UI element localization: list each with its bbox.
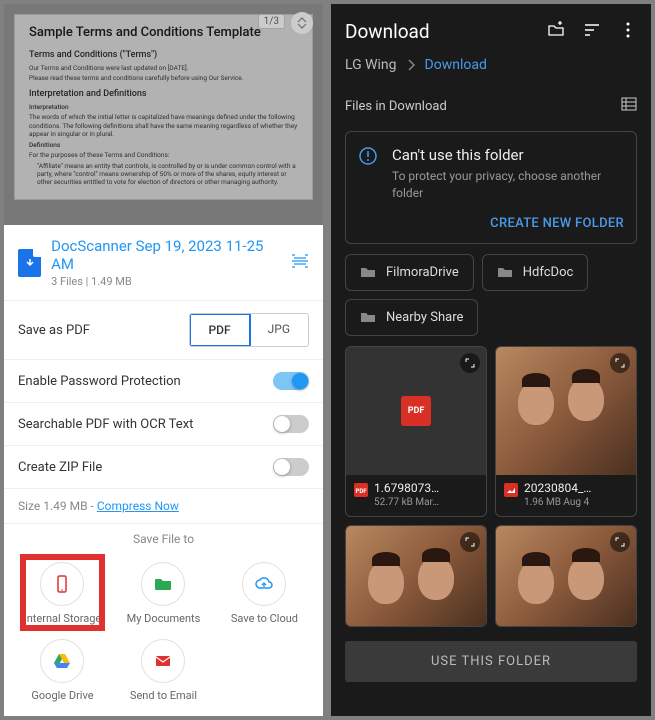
page-nav[interactable] (291, 12, 313, 34)
save-as-label: Save as PDF (18, 323, 90, 338)
format-segmented: PDF JPG (189, 313, 309, 347)
files-in-label: Files in Download (345, 99, 447, 114)
page-title: Download (345, 20, 430, 43)
alert-icon (358, 146, 378, 166)
folder-icon (360, 310, 376, 324)
password-toggle[interactable] (273, 372, 309, 390)
pdf-badge: PDF (401, 396, 431, 426)
privacy-banner: Can't use this folder To protect your pr… (345, 131, 637, 244)
sort-icon[interactable] (583, 21, 601, 43)
more-icon[interactable] (619, 21, 637, 43)
save-to-label: Save File to (4, 523, 323, 554)
image-icon (504, 483, 518, 497)
folder-filmoradrive[interactable]: FilmoraDrive (345, 254, 474, 291)
format-jpg[interactable]: JPG (250, 314, 308, 346)
expand-icon[interactable] (460, 353, 480, 373)
file-card-image-3[interactable] (495, 525, 637, 627)
pdf-icon: PDF (354, 483, 368, 497)
create-folder-button[interactable]: CREATE NEW FOLDER (358, 216, 624, 231)
zip-label: Create ZIP File (18, 460, 102, 475)
view-list-icon[interactable] (621, 97, 637, 115)
size-row: Size 1.49 MB - Compress Now (4, 488, 323, 523)
file-name: DocScanner Sep 19, 2023 11-25 AM (51, 237, 281, 273)
folder-icon (360, 265, 376, 279)
folder-hdfcdoc[interactable]: HdfcDoc (482, 254, 589, 291)
zip-toggle[interactable] (273, 458, 309, 476)
scan-icon[interactable] (291, 253, 309, 272)
page-indicator: 1/3 (258, 14, 285, 29)
format-pdf[interactable]: PDF (189, 313, 251, 347)
dest-google-drive[interactable]: Google Drive (12, 635, 113, 712)
compress-link[interactable]: Compress Now (97, 499, 179, 513)
file-card-image-2[interactable] (345, 525, 487, 627)
file-icon (18, 249, 41, 277)
folder-nearby-share[interactable]: Nearby Share (345, 299, 478, 336)
crumb-current[interactable]: Download (425, 57, 487, 73)
document-preview: Sample Terms and Conditions Template Ter… (4, 4, 323, 225)
dest-send-email[interactable]: Send to Email (113, 635, 214, 712)
dest-my-documents[interactable]: My Documents (113, 558, 214, 635)
file-card-image[interactable]: 20230804_… 1.96 MB Aug 4 (495, 346, 637, 517)
new-folder-icon[interactable] (547, 21, 565, 43)
folder-icon (497, 265, 513, 279)
file-card-pdf[interactable]: PDF PDF 1.6798073… 52.77 kB Mar… (345, 346, 487, 517)
password-label: Enable Password Protection (18, 374, 181, 389)
expand-icon[interactable] (610, 532, 630, 552)
svg-text:PDF: PDF (355, 488, 367, 495)
file-sub: 3 Files | 1.49 MB (51, 275, 281, 288)
breadcrumb: LG Wing Download (331, 57, 651, 87)
chevron-right-icon (407, 59, 415, 71)
use-folder-button[interactable]: USE THIS FOLDER (345, 641, 637, 682)
expand-icon[interactable] (610, 353, 630, 373)
ocr-toggle[interactable] (273, 415, 309, 433)
expand-icon[interactable] (460, 532, 480, 552)
crumb-root[interactable]: LG Wing (345, 57, 397, 73)
ocr-label: Searchable PDF with OCR Text (18, 417, 193, 432)
dest-internal-storage[interactable]: Internal Storage (12, 558, 113, 635)
file-header: DocScanner Sep 19, 2023 11-25 AM 3 Files… (4, 225, 323, 300)
dest-save-cloud[interactable]: Save to Cloud (214, 558, 315, 635)
